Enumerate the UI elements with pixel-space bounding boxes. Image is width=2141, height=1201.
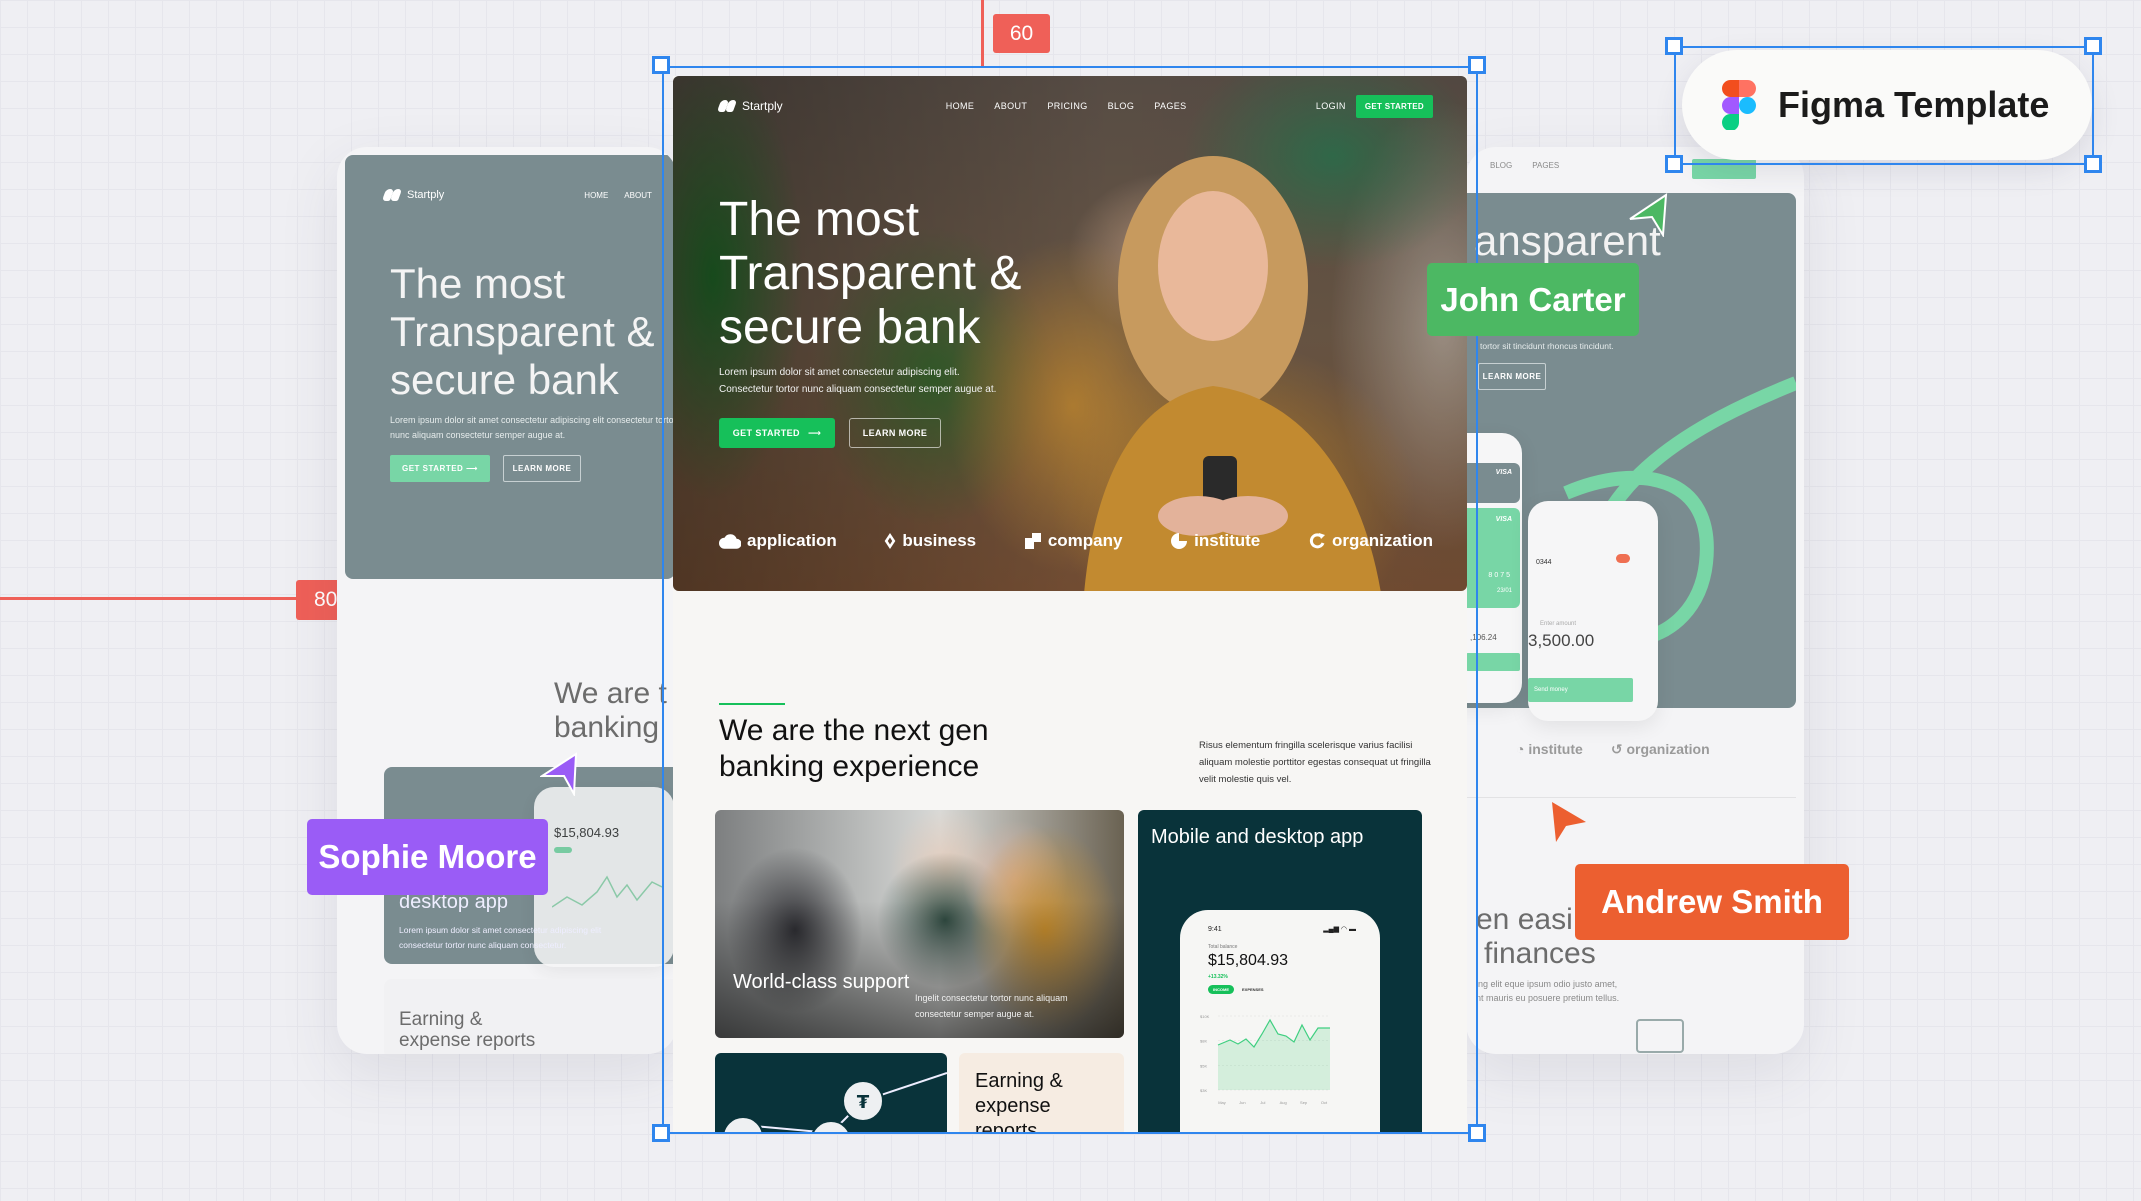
right-logo-row: ◔ institute ↺ organization [1516, 741, 1710, 758]
resize-handle-bottom-right[interactable] [1468, 1124, 1486, 1142]
logo-institute: ◔ institute [1516, 741, 1583, 757]
hero-title: The most Transparent & secure bank [719, 193, 1022, 354]
badge-handle-bl[interactable] [1665, 155, 1683, 173]
amount-label: Enter amount [1540, 621, 1577, 627]
right-phone-send: 0344 Enter amount 3,500.00 Send money [1528, 501, 1658, 721]
partner-logos: application business company institute o… [719, 531, 1433, 551]
logo-business: business [884, 531, 976, 551]
nav-about[interactable]: ABOUT [994, 101, 1027, 111]
nav-links: HOME ABOUT PRICING BLOG PAGES [946, 101, 1187, 111]
c-arrow-icon [1309, 533, 1325, 549]
hero-body-line-1: Lorem ipsum dolor sit amet consectetur a… [719, 367, 960, 378]
measure-line-vertical [981, 0, 984, 66]
right-nav-blog[interactable]: BLOG [1490, 161, 1512, 170]
hero-section: Startply HOME ABOUT PRICING BLOG PAGES L… [673, 76, 1467, 591]
collaborator-tag-sophie-moore: Sophie Moore [307, 819, 548, 895]
wallet-icon [1636, 1019, 1684, 1053]
left-preview-card: Startply HOME ABOUT The most Transparent… [337, 147, 677, 1054]
badge-selection-box [1674, 46, 2094, 165]
send-money-button[interactable]: Send money [1528, 678, 1633, 702]
right-body-1: ing elit eque ipsum odio justo amet, [1476, 979, 1618, 989]
hero-body-line-2: Consectetur tortor nunc aliquam consecte… [719, 384, 997, 395]
hero-content: Startply HOME ABOUT PRICING BLOG PAGES L… [673, 76, 1467, 591]
left-hero-title: The most Transparent & secure bank [390, 260, 655, 403]
login-link[interactable]: LOGIN [1316, 101, 1346, 111]
nav-pricing[interactable]: PRICING [1047, 101, 1087, 111]
hero-body: Lorem ipsum dolor sit amet consectetur a… [719, 364, 1059, 398]
nav-blog[interactable]: BLOG [1108, 101, 1135, 111]
logo-organization: organization [1308, 531, 1433, 551]
left-earning-title: Earning & expense reports [399, 1009, 536, 1051]
measure-label-top: 60 [993, 14, 1050, 53]
brand[interactable]: Startply [718, 99, 783, 113]
left-nav-about[interactable]: ABOUT [624, 191, 652, 200]
support-body: Ingelit consectetur tortor nunc aliquam … [915, 993, 1068, 1019]
brand-name: Startply [742, 99, 783, 113]
get-started-label: GET STARTED [732, 428, 800, 438]
learn-more-button[interactable]: LEARN MORE [849, 418, 941, 448]
logo-company: company [1024, 531, 1122, 551]
logo-institute: institute [1170, 531, 1260, 551]
right-hero-body-fragment: tortor sit tincidunt rhoncus tincidunt. [1480, 341, 1614, 351]
left-hero-body: Lorem ipsum dolor sit amet consectetur a… [390, 415, 677, 440]
cursor-john-carter-icon [1629, 193, 1668, 237]
right-divider [1466, 797, 1796, 798]
mini-card-number: 0344 [1536, 559, 1552, 566]
nav-right: LOGIN GET STARTED [1316, 94, 1433, 118]
resize-handle-top-right[interactable] [1468, 56, 1486, 74]
left-app-card-body: Lorem ipsum dolor sit amet consectetur a… [399, 925, 602, 950]
support-title: World-class support [733, 971, 910, 993]
mastercard-icon [1616, 554, 1630, 563]
startply-logo-icon [718, 100, 736, 112]
visa-label: VISA [1495, 469, 1512, 476]
left-income-pill [554, 847, 572, 853]
amount-value: 3,500.00 [1528, 631, 1595, 650]
diamond-icon [885, 533, 896, 549]
cloud-icon [719, 534, 741, 549]
left-earning-panel: Earning & expense reports [384, 979, 677, 1054]
right-nav: BLOG PAGES [1490, 161, 1559, 170]
left-get-started-button[interactable]: GET STARTED ⟶ [390, 455, 490, 482]
get-started-button[interactable]: GET STARTED ⟶ [719, 418, 835, 448]
nav-get-started-button[interactable]: GET STARTED [1355, 94, 1433, 118]
visa-label: VISA [1495, 516, 1512, 523]
left-hero: Startply HOME ABOUT The most Transparent… [345, 155, 677, 579]
pie-icon [1171, 533, 1188, 549]
nav-home[interactable]: HOME [946, 101, 975, 111]
badge-handle-tr[interactable] [2084, 37, 2102, 55]
badge-handle-br[interactable] [2084, 155, 2102, 173]
logo-application: application [719, 531, 837, 551]
left-phone-balance: $15,804.93 [554, 825, 620, 840]
left-section-title: We are t banking [554, 677, 667, 744]
left-nav: Startply HOME ABOUT [383, 185, 675, 205]
startply-logo-icon [383, 189, 401, 201]
logo-organization: ↺ organization [1610, 741, 1710, 757]
squares-icon [1024, 533, 1041, 549]
left-learn-more-button[interactable]: LEARN MORE [503, 455, 581, 482]
top-nav: Startply HOME ABOUT PRICING BLOG PAGES L… [718, 92, 1433, 120]
collaborator-tag-andrew-smith: Andrew Smith [1575, 864, 1849, 940]
right-body-2: nt mauris eu posuere pretium tellus. [1476, 993, 1620, 1003]
arrow-right-icon: ⟶ [807, 427, 822, 438]
left-brand: Startply [407, 189, 445, 201]
right-nav-pages[interactable]: PAGES [1532, 161, 1559, 170]
right-section-title-1: en easi [1476, 903, 1573, 936]
cursor-sophie-moore-icon [540, 752, 578, 796]
nav-pages[interactable]: PAGES [1154, 101, 1186, 111]
cursor-andrew-smith-icon [1552, 802, 1586, 842]
card-number: 8075 [1488, 572, 1512, 579]
left-phone-chart [552, 875, 662, 908]
right-section-title-2: finances [1484, 937, 1596, 970]
resize-handle-top-left[interactable] [652, 56, 670, 74]
left-nav-home[interactable]: HOME [584, 191, 608, 200]
badge-handle-tl[interactable] [1665, 37, 1683, 55]
card-expiry: 23/01 [1496, 588, 1512, 594]
resize-handle-bottom-left[interactable] [652, 1124, 670, 1142]
